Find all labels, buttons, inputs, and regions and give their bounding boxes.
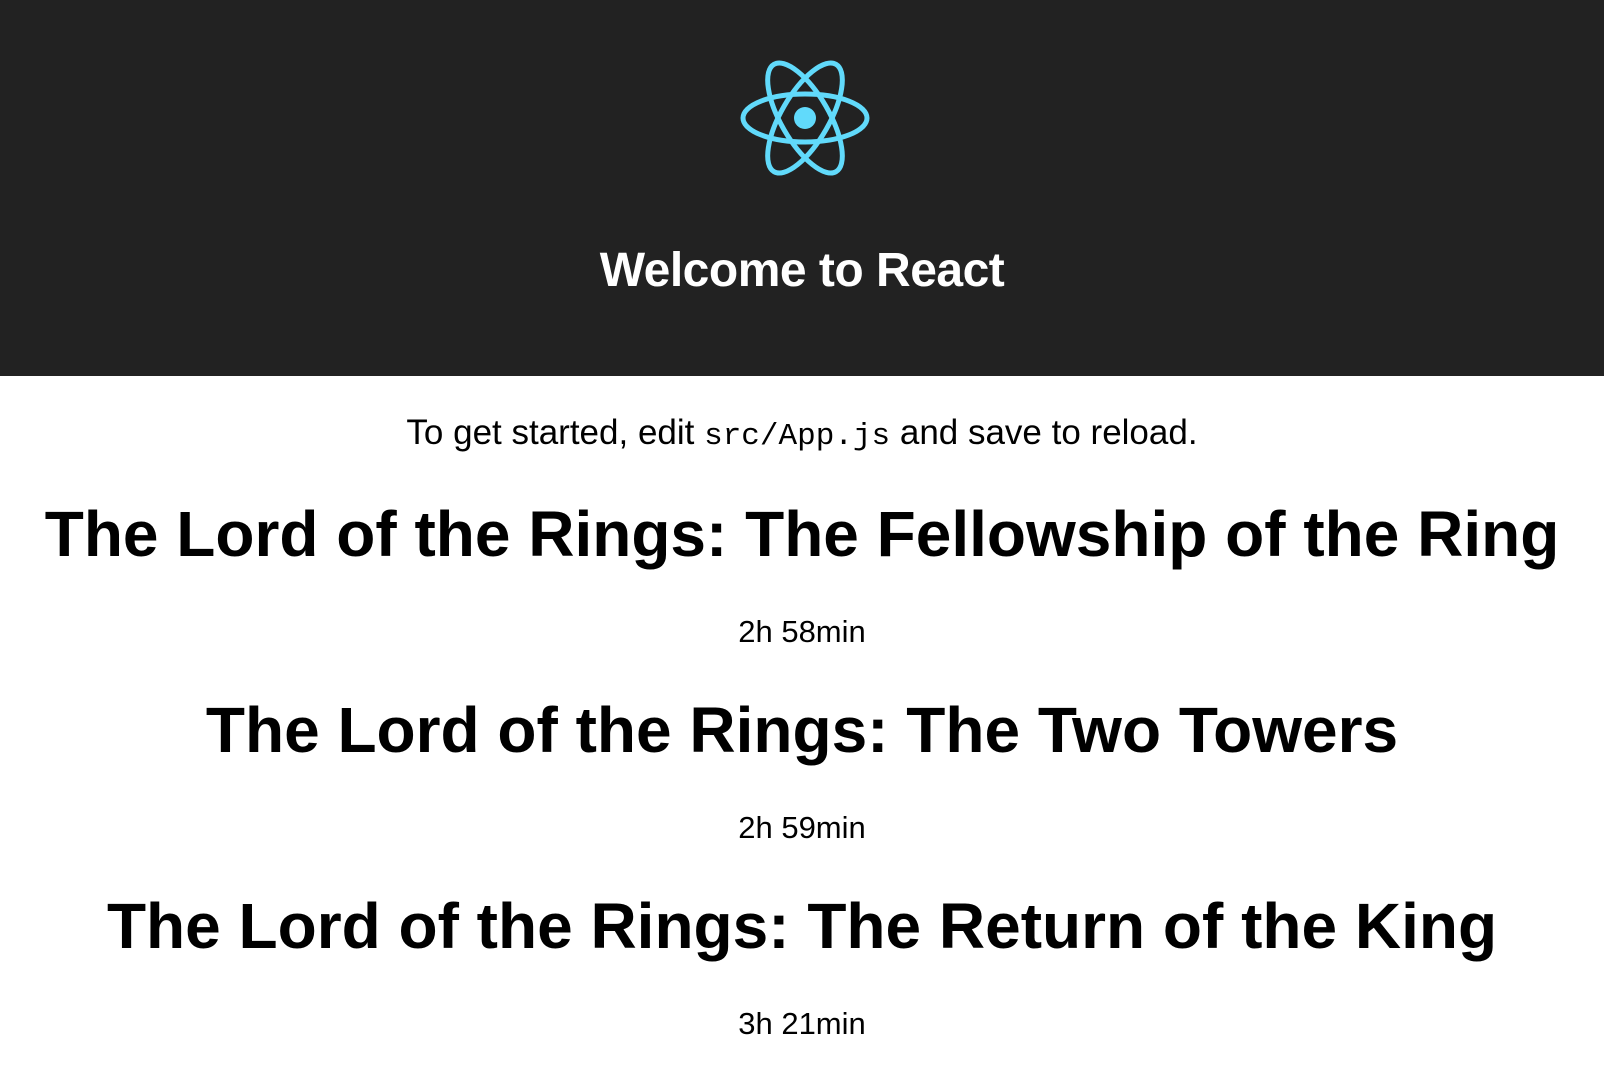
- intro-text-before: To get started, edit: [406, 413, 705, 452]
- app-header: Welcome to React: [0, 0, 1604, 376]
- movie-title: The Lord of the Rings: The Return of the…: [106, 890, 1498, 962]
- app-title: Welcome to React: [599, 244, 1005, 297]
- movie-title: The Lord of the Rings: The Fellowship of…: [44, 498, 1560, 570]
- intro-text-after: and save to reload.: [890, 413, 1198, 452]
- react-logo-icon: [740, 60, 870, 176]
- app-root: Welcome to React To get started, edit sr…: [0, 0, 1604, 1078]
- movie-title: The Lord of the Rings: The Two Towers: [205, 694, 1399, 766]
- app-intro: To get started, edit src/App.js and save…: [0, 411, 1604, 459]
- movie-duration: 3h 21min: [738, 1006, 866, 1041]
- movie-duration: 2h 58min: [738, 614, 866, 649]
- movie-duration: 2h 59min: [738, 810, 866, 845]
- intro-code: src/App.js: [704, 419, 891, 454]
